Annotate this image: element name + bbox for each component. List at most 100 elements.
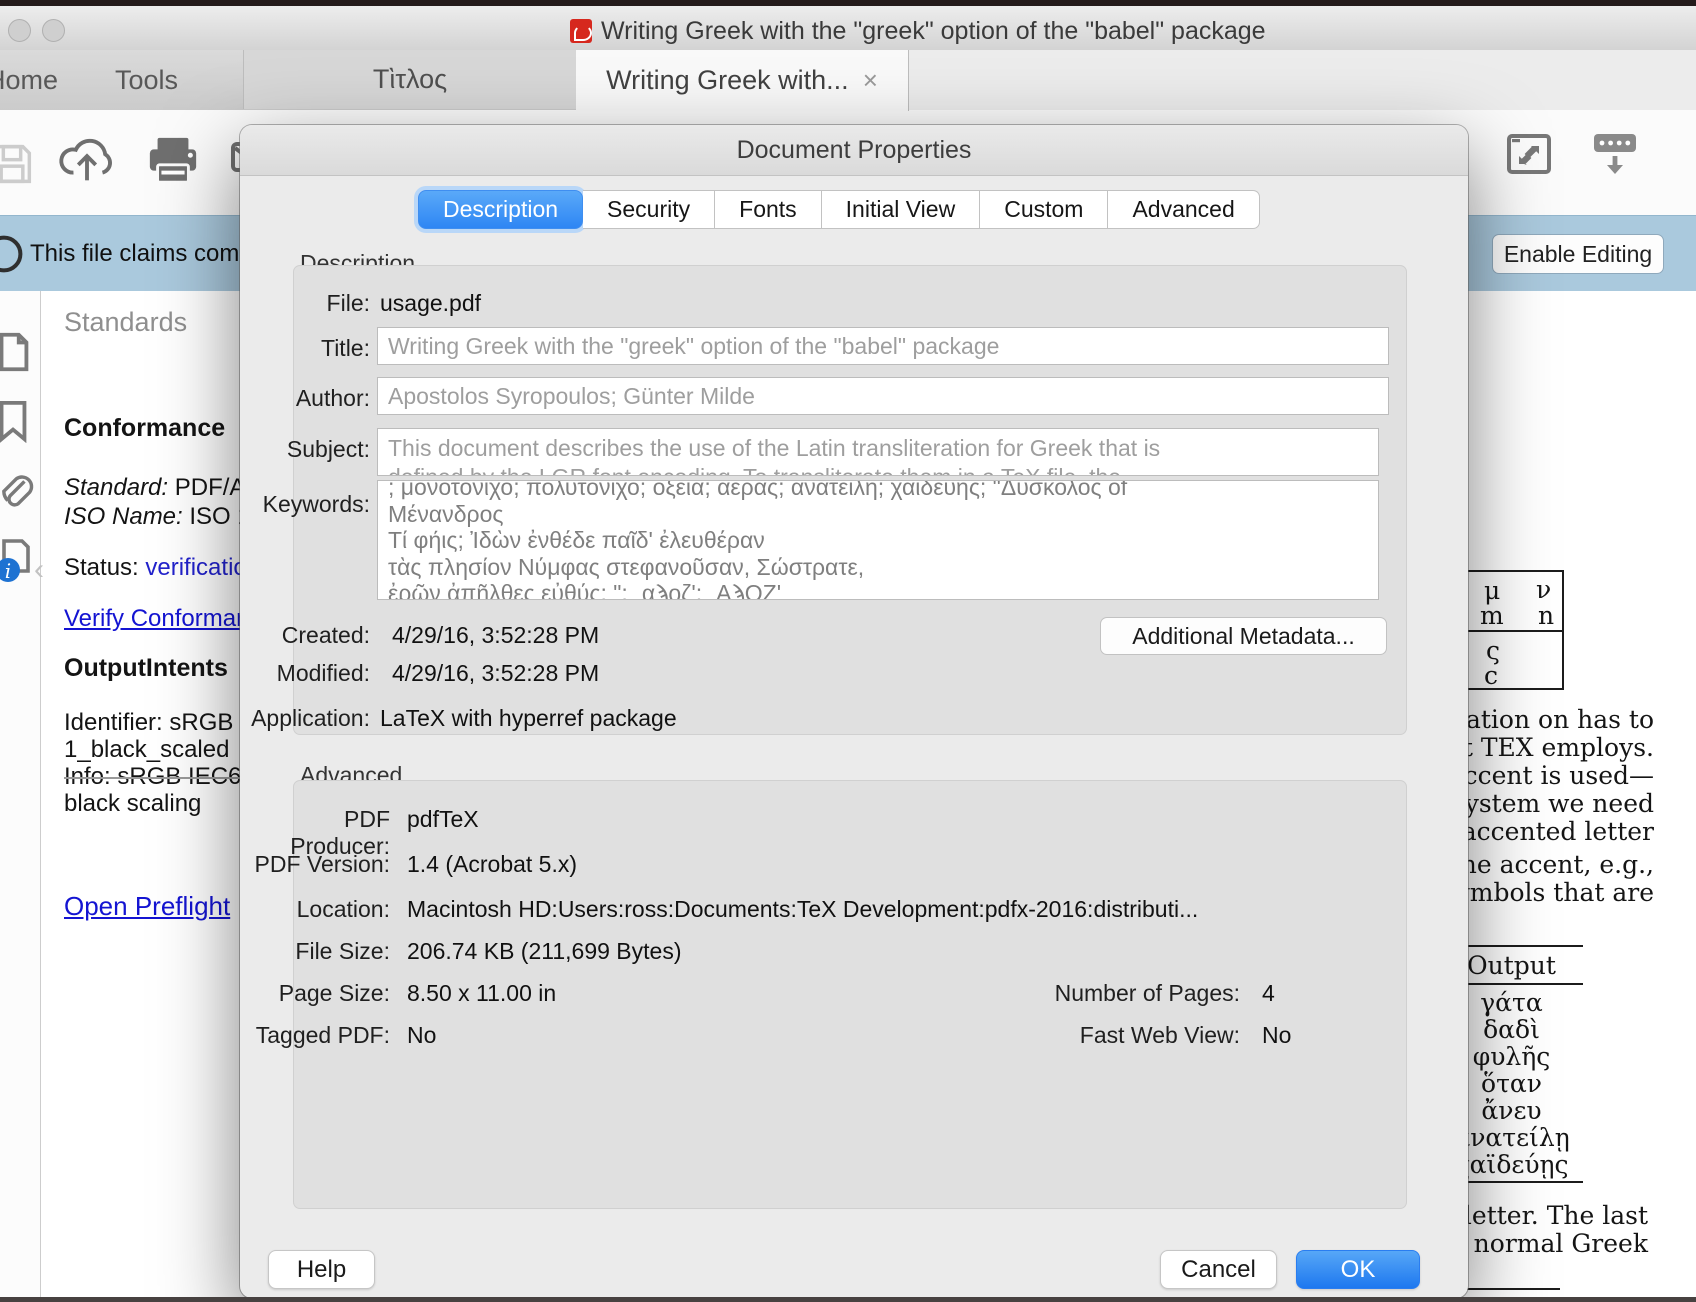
location-value: Macintosh HD:Users:ross:Documents:TeX De… xyxy=(407,896,1198,923)
tab-tools[interactable]: Tools xyxy=(115,50,178,110)
attachments-paperclip-icon[interactable] xyxy=(0,469,34,511)
page-size-label: Page Size: xyxy=(240,980,390,1007)
outputintents-heading: OutputIntents xyxy=(64,655,228,682)
standard-row: Standard: PDF/A xyxy=(64,474,245,501)
tab-home[interactable]: Home xyxy=(0,50,58,110)
table-cell: c xyxy=(1484,661,1498,690)
pdf-text-line: the accent, e.g., xyxy=(1451,851,1654,878)
iso-name-row: ISO Name: ISO 1 xyxy=(64,503,251,530)
info-circle-icon xyxy=(0,234,24,274)
tab-description[interactable]: Description xyxy=(418,190,583,229)
number-of-pages-value: 4 xyxy=(1262,980,1275,1007)
application-label: Application: xyxy=(240,705,370,732)
file-label: File: xyxy=(240,290,370,317)
title-label: Title: xyxy=(240,335,370,362)
enable-editing-button[interactable]: Enable Editing xyxy=(1492,234,1664,274)
page-size-value: 8.50 x 11.00 in xyxy=(407,980,556,1007)
close-tab-icon[interactable]: × xyxy=(863,50,878,111)
pdf-text-line: l system we need xyxy=(1436,790,1654,817)
identifier-line: Identifier: sRGB I xyxy=(64,709,247,736)
close-window-button[interactable] xyxy=(8,19,31,42)
minimize-window-button[interactable] xyxy=(42,19,65,42)
status-row: Status: verification xyxy=(64,554,260,581)
pdf-file-icon xyxy=(570,19,592,43)
identifier-line: 1_black_scaled xyxy=(64,736,229,763)
pdf-text-line: symbols that are xyxy=(1443,879,1654,906)
subject-label: Subject: xyxy=(240,436,370,463)
open-preflight-link[interactable]: Open Preflight xyxy=(64,891,230,922)
resize-window-icon[interactable] xyxy=(1505,130,1553,178)
tab-custom[interactable]: Custom xyxy=(980,190,1108,229)
modified-label: Modified: xyxy=(240,660,370,687)
subject-line: This document describes the use of the L… xyxy=(378,429,1378,463)
table-cell: m xyxy=(1480,601,1504,630)
tab-bar-empty-area xyxy=(908,50,1696,111)
standards-panel-title: Standards xyxy=(64,307,187,338)
fast-web-view-value: No xyxy=(1262,1022,1291,1049)
subject-field[interactable]: This document describes the use of the L… xyxy=(377,428,1379,476)
keywords-line: τὰς πλησίον Νύμφας στεφανοῦσαν, Σώστρατε… xyxy=(378,554,1378,581)
dialog-title: Document Properties xyxy=(240,136,1468,165)
keywords-line: ; μονοτονιχο; πολυτονιχο; οξεια; αερας; … xyxy=(378,480,1378,501)
tagged-pdf-label: Tagged PDF: xyxy=(240,1022,390,1049)
pdf-text-line: at TEX employs. xyxy=(1448,734,1654,761)
window-title: Writing Greek with the "greek" option of… xyxy=(601,17,1266,46)
document-properties-dialog: Document Properties Description Security… xyxy=(240,125,1468,1298)
subject-line-clipped: defined by the LGR font encoding. To tra… xyxy=(378,463,1378,476)
dialog-tab-strip: Description Security Fonts Initial View … xyxy=(418,190,1260,227)
keywords-label: Keywords: xyxy=(240,491,370,518)
hide-toolbar-icon[interactable] xyxy=(1588,128,1642,182)
file-size-value: 206.74 KB (211,699 Bytes) xyxy=(407,938,681,965)
tagged-pdf-value: No xyxy=(407,1022,436,1049)
dialog-titlebar[interactable]: Document Properties xyxy=(240,125,1468,176)
file-size-label: File Size: xyxy=(240,938,390,965)
keywords-line: Μένανδρος xyxy=(378,501,1378,528)
keywords-line: ἐρῶν ἀπῆλθες εὐθύς; "; ͵αϡϙζ'; ͵ΑϡϘΖ' xyxy=(378,580,1378,600)
additional-metadata-button[interactable]: Additional Metadata... xyxy=(1100,617,1387,655)
tab-document-active[interactable]: Writing Greek with... × xyxy=(576,50,909,111)
print-icon[interactable] xyxy=(144,134,202,188)
pdf-producer-value: pdfTeX xyxy=(407,806,479,833)
keywords-field[interactable]: ; μονοτονιχο; πολυτονιχο; οξεια; αερας; … xyxy=(377,480,1379,600)
pdf-version-label: PDF Version: xyxy=(240,851,390,878)
cloud-upload-icon[interactable] xyxy=(56,132,118,190)
help-button[interactable]: Help xyxy=(268,1250,375,1289)
created-value: 4/29/16, 3:52:28 PM xyxy=(392,622,599,649)
fast-web-view-label: Fast Web View: xyxy=(940,1022,1240,1049)
pdf-version-value: 1.4 (Acrobat 5.x) xyxy=(407,851,577,878)
table-cell: n xyxy=(1538,601,1554,630)
tab-fonts[interactable]: Fonts xyxy=(715,190,822,229)
cancel-button[interactable]: Cancel xyxy=(1160,1250,1277,1289)
conformance-heading: Conformance xyxy=(64,415,225,442)
tab-advanced[interactable]: Advanced xyxy=(1108,190,1259,229)
tab-security[interactable]: Security xyxy=(583,190,715,229)
svg-text:i: i xyxy=(5,559,11,583)
screen: Writing Greek with the "greek" option of… xyxy=(0,0,1696,1302)
pdf-text-line: letter. The last xyxy=(1464,1201,1648,1230)
file-value: usage.pdf xyxy=(380,290,481,317)
left-icon-strip: i xyxy=(0,291,41,1302)
panel-collapse-chevron-icon[interactable]: ‹ xyxy=(34,553,44,587)
keywords-line: Τί φήις; Ἰδὼν ἐνθέδε παῖδ' ἐλευθέραν xyxy=(378,527,1378,554)
window-title-area: Writing Greek with the "greek" option of… xyxy=(570,16,1266,46)
pdf-text-line: n accented letter xyxy=(1438,818,1654,845)
screen-bottom-edge xyxy=(0,1297,1696,1302)
modified-value: 4/29/16, 3:52:28 PM xyxy=(392,660,599,687)
author-field[interactable]: Apostolos Syropoulos; Günter Milde xyxy=(377,377,1389,415)
location-label: Location: xyxy=(240,896,390,923)
page-thumbnails-icon[interactable] xyxy=(0,329,36,375)
number-of-pages-label: Number of Pages: xyxy=(940,980,1240,1007)
application-value: LaTeX with hyperref package xyxy=(380,705,677,732)
active-tab-label: Writing Greek with... xyxy=(606,65,849,95)
created-label: Created: xyxy=(240,622,370,649)
bookmarks-icon[interactable] xyxy=(0,399,34,443)
save-icon[interactable] xyxy=(0,138,38,190)
author-label: Author: xyxy=(240,385,370,412)
tab-document-titlos[interactable]: Τὶτλος xyxy=(243,50,577,109)
ok-button[interactable]: OK xyxy=(1296,1250,1420,1289)
tab-initial-view[interactable]: Initial View xyxy=(822,190,981,229)
identifier-line: black scaling xyxy=(64,790,201,817)
standards-panel-icon[interactable]: i xyxy=(0,537,38,585)
title-field[interactable]: Writing Greek with the "greek" option of… xyxy=(377,327,1389,365)
table-cell: ν xyxy=(1536,575,1551,604)
